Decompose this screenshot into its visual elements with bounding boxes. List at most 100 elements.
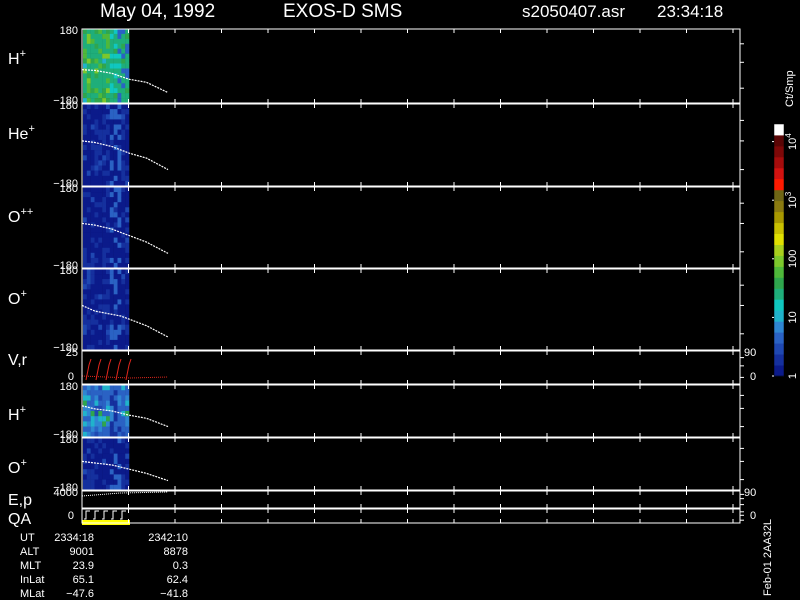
heatmap-cell: [117, 416, 122, 422]
heatmap-cell: [117, 212, 122, 218]
heatmap-cell: [113, 29, 118, 35]
heatmap-cell: [94, 119, 99, 125]
heatmap-cell: [98, 448, 103, 454]
heatmap-cell: [83, 416, 88, 422]
heatmap-cell: [102, 109, 107, 115]
heatmap-cell: [117, 426, 122, 433]
heatmap-cell: [125, 242, 130, 249]
heatmap-cell: [125, 479, 130, 486]
heatmap-cell: [102, 274, 107, 280]
heatmap-cell: [83, 155, 88, 161]
heatmap-cell: [125, 426, 130, 433]
heatmap-cell: [98, 438, 103, 444]
heatmap-cell: [102, 237, 107, 243]
heatmap-cell: [94, 438, 99, 444]
heatmap-cell: [90, 395, 95, 401]
heatmap-cell: [98, 469, 103, 475]
heatmap-cell: [94, 469, 99, 475]
heatmap-cell: [90, 104, 95, 110]
heatmap-cell: [86, 242, 91, 249]
heatmap-cell: [86, 458, 91, 465]
colorbar-swatch: [774, 178, 784, 191]
panel-label-sup: ++: [20, 206, 33, 218]
heatmap-cell: [90, 119, 95, 125]
heatmap-cell: [121, 458, 126, 465]
orbit-value-end: −41.8: [160, 588, 188, 600]
heatmap-cell: [102, 119, 107, 125]
heatmap-cell: [125, 395, 130, 401]
panel-label-main: He: [8, 126, 29, 143]
heatmap-cell: [121, 294, 126, 300]
heatmap-cell: [117, 170, 122, 176]
heatmap-cell: [83, 129, 88, 135]
heatmap-cell: [121, 385, 126, 391]
heatmap-cell: [121, 237, 126, 243]
heatmap-cell: [90, 469, 95, 475]
heatmap-cell: [94, 309, 99, 315]
heatmap-cell: [113, 175, 118, 182]
heatmap-cell: [98, 109, 103, 115]
heatmap-cell: [125, 294, 130, 300]
y-label-top: 180: [60, 265, 78, 277]
heatmap-cell: [125, 227, 130, 233]
colorbar-unit: Ct/Smp: [784, 70, 796, 107]
heatmap-cell: [106, 58, 111, 64]
heatmap-cell: [125, 324, 130, 331]
heatmap-cell: [109, 299, 114, 305]
heatmap-cell: [98, 431, 103, 438]
heatmap-cell: [113, 63, 118, 69]
heatmap-cell: [117, 421, 122, 427]
heatmap-cell: [106, 269, 111, 275]
panel-h-2-: 180−180H+: [8, 381, 744, 441]
heatmap-cell: [113, 479, 118, 486]
heatmap-cell: [106, 29, 111, 35]
heatmap-cell: [94, 180, 99, 187]
orbit-value-end: 2342:10: [148, 532, 188, 544]
header-instrument: EXOS-D SMS: [283, 1, 402, 22]
heatmap-cell: [98, 212, 103, 218]
heatmap-cell: [90, 114, 95, 120]
heatmap-cell: [109, 43, 114, 49]
heatmap-cell: [106, 344, 111, 351]
panel-label-sup: +: [20, 457, 26, 469]
heatmap-cell: [90, 319, 95, 325]
heatmap-cell: [83, 309, 88, 315]
heatmap-cell: [113, 237, 118, 243]
heatmap-cell: [106, 448, 111, 454]
heatmap-cell: [117, 124, 122, 130]
heatmap-cell: [83, 217, 88, 223]
heatmap-cell: [113, 416, 118, 422]
heatmap-cell: [121, 170, 126, 176]
heatmap-cell: [117, 38, 122, 45]
heatmap-cell: [90, 192, 95, 198]
heatmap-cell: [98, 160, 103, 166]
heatmap-cell: [90, 33, 95, 40]
heatmap-cell: [109, 38, 114, 45]
heatmap-cell: [106, 160, 111, 166]
heatmap-cell: [117, 242, 122, 249]
heatmap-cell: [125, 299, 130, 305]
heatmap-cell: [117, 274, 122, 280]
panel-o-: 180−180O++: [8, 183, 744, 272]
orbit-label: MLat: [20, 588, 44, 600]
heatmap-cell: [98, 269, 103, 275]
heatmap-cell: [121, 438, 126, 444]
heatmap-cell: [113, 150, 118, 156]
heatmap-cell: [106, 165, 111, 171]
heatmap-cell: [102, 217, 107, 223]
heatmap-cell: [106, 279, 111, 285]
heatmap-cell: [86, 464, 91, 470]
heatmap-cell: [98, 48, 103, 54]
heatmap-cell: [90, 484, 95, 491]
panel-label-main: O: [8, 291, 20, 308]
heatmap-cell: [106, 400, 111, 407]
heatmap-cell: [117, 289, 122, 295]
heatmap-cell: [125, 38, 130, 45]
orbit-value-end: 0.3: [173, 560, 188, 572]
heatmap-cell: [125, 448, 130, 454]
heatmap-cell: [98, 411, 103, 417]
heatmap-cell: [102, 339, 107, 346]
qa-step: [111, 510, 117, 520]
heatmap-cell: [121, 114, 126, 120]
heatmap-cell: [113, 319, 118, 325]
